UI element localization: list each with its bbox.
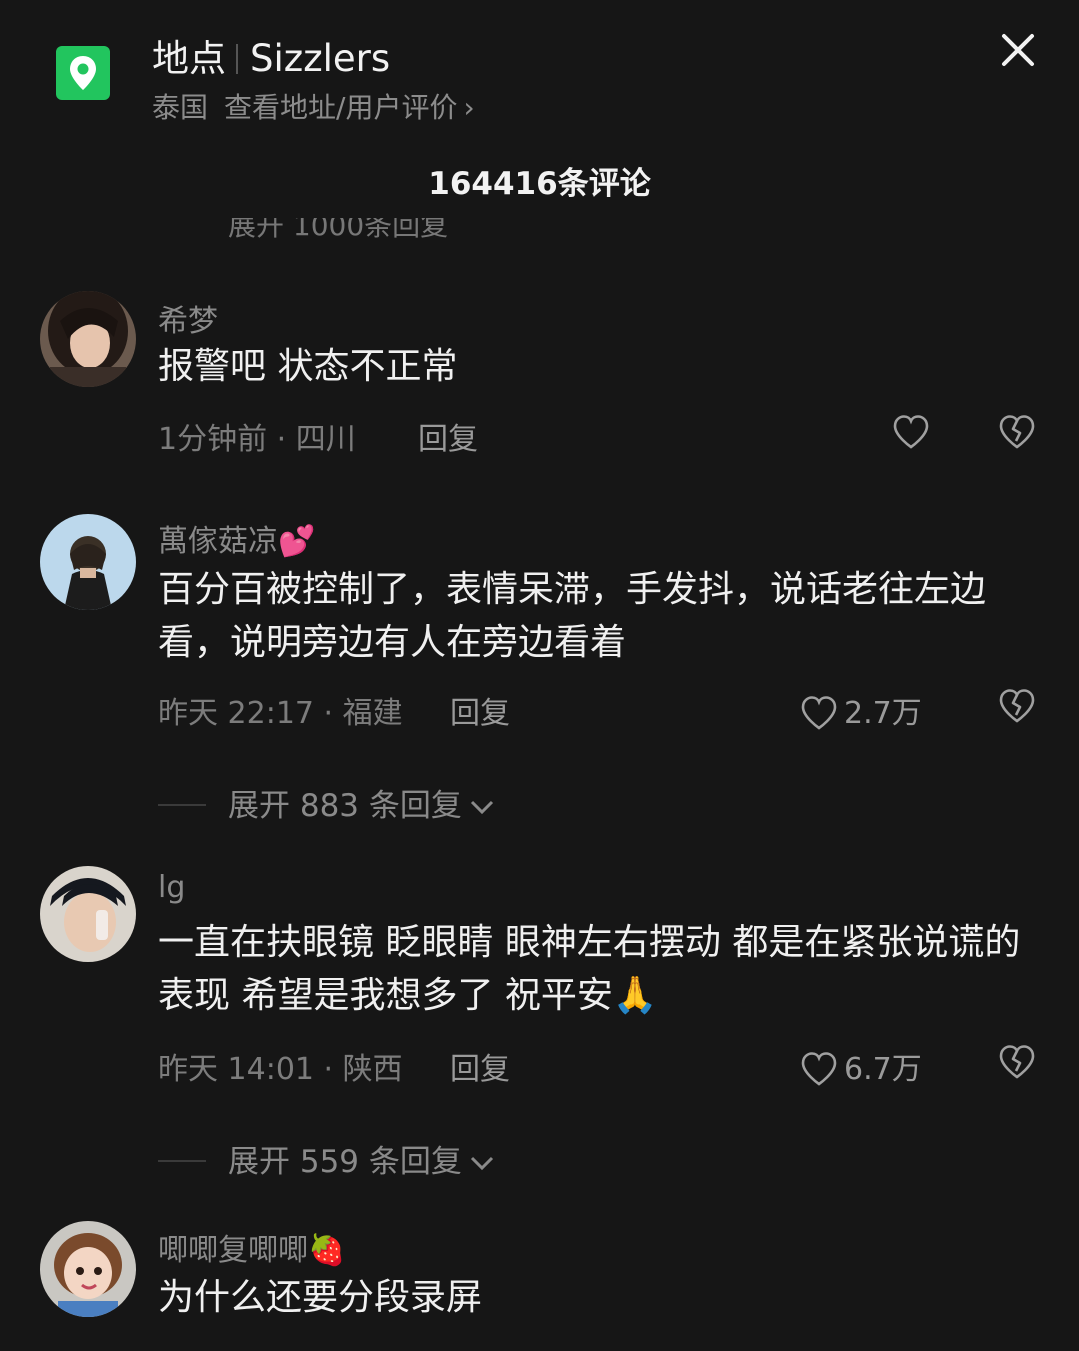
place-name: Sizzlers (250, 37, 391, 80)
location-pin-icon (56, 46, 110, 100)
heart-icon (801, 696, 837, 730)
country-label: 泰国 (152, 91, 209, 124)
chevron-down-icon (470, 800, 493, 815)
comment-username[interactable]: lg (158, 870, 185, 905)
comment-text: 一直在扶眼镜 眨眼睛 眼神左右摆动 都是在紧张说谎的表现 希望是我想多了 祝平安… (158, 922, 1021, 1016)
comment-username[interactable]: 唧唧复唧唧🍓 (158, 1225, 345, 1269)
heart-icon (801, 1052, 837, 1086)
dislike-button[interactable] (998, 1044, 1036, 1084)
dislike-button[interactable] (998, 688, 1036, 728)
comment-text: 报警吧 状态不正常 (158, 346, 458, 387)
dislike-button[interactable] (998, 414, 1036, 454)
chevron-right-icon: › (463, 91, 475, 124)
address-review-link[interactable]: 查看地址/用户评价 (224, 91, 457, 124)
comment-meta: 1分钟前 · 四川 (158, 422, 356, 457)
avatar[interactable] (40, 514, 136, 610)
divider-line (158, 1160, 206, 1162)
location-subtitle[interactable]: 泰国 查看地址/用户评价 › (152, 86, 475, 126)
title-divider (236, 44, 238, 74)
comment-meta: 昨天 14:01 · 陕西 (158, 1052, 403, 1087)
broken-heart-icon (999, 689, 1035, 723)
comment-text: 百分百被控制了，表情呆滞，手发抖，说话老往左边看，说明旁边有人在旁边看着 (158, 569, 987, 663)
heart-icon (893, 415, 929, 449)
comment-username[interactable]: 萬傢菇凉💕 (158, 516, 315, 560)
chevron-down-icon (470, 1156, 493, 1171)
reply-button[interactable]: 回复 (450, 1044, 510, 1088)
avatar[interactable] (40, 866, 136, 962)
comment-username[interactable]: 希梦 (158, 296, 218, 340)
divider-line (158, 804, 206, 806)
expand-replies-button[interactable]: 展开 559 条回复 (158, 1136, 496, 1181)
like-button[interactable] (892, 414, 930, 454)
like-count: 6.7万 (844, 1052, 922, 1087)
close-button[interactable] (998, 30, 1038, 70)
broken-heart-icon (999, 415, 1035, 449)
like-button[interactable]: 6.7万 (800, 1044, 922, 1088)
expand-replies-button[interactable]: 展开 883 条回复 (158, 780, 496, 825)
close-icon (1002, 34, 1034, 66)
broken-heart-icon (999, 1045, 1035, 1079)
comment-text: 为什么还要分段录屏 (158, 1277, 483, 1318)
strawberry-emoji: 🍓 (308, 1233, 346, 1268)
comment-meta: 昨天 22:17 · 福建 (158, 696, 403, 731)
heart-emoji: 💕 (278, 524, 316, 559)
like-button[interactable]: 2.7万 (800, 688, 922, 732)
avatar[interactable] (40, 291, 136, 387)
clipped-expand-replies[interactable]: 展开 1000条回复 (228, 218, 448, 240)
location-label: 地点 (152, 37, 226, 80)
avatar[interactable] (40, 1221, 136, 1317)
location-title[interactable]: 地点 Sizzlers (152, 28, 390, 82)
reply-button[interactable]: 回复 (450, 688, 510, 732)
like-count: 2.7万 (844, 696, 922, 731)
reply-button[interactable]: 回复 (418, 414, 478, 458)
comment-count: 164416条评论 (428, 166, 651, 202)
